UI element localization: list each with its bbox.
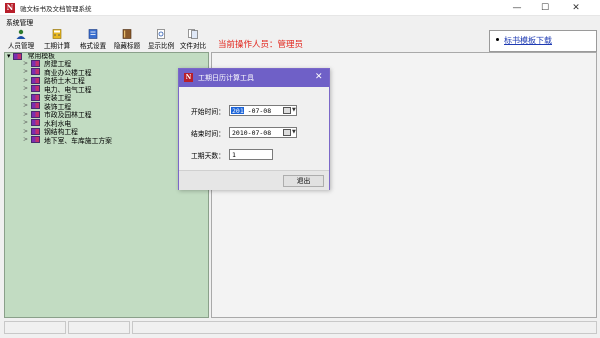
book-icon [122,29,132,39]
maximize-button[interactable]: ☐ [531,0,559,16]
schedule-calculator-dialog: N 工期日历计算工具 ✕ 开始时间： 2010-07-08 ▼ 结束时间： 20… [178,68,330,190]
book-icon [31,110,40,118]
toolbar-label: 格式设置 [79,42,107,50]
start-date-year: 2010 [232,107,248,115]
exit-button[interactable]: 退出 [283,175,324,187]
book-icon [31,76,40,84]
dialog-title: 工期日历计算工具 [198,74,254,82]
calendar-icon[interactable] [283,107,291,114]
duration-days-field[interactable]: 1 [229,149,273,160]
toolbar-label: 工期计算 [43,42,71,50]
chevron-down-icon[interactable]: ▼ [292,129,296,135]
start-date-rest: -07-08 [247,107,272,115]
duration-days-value: 1 [232,151,236,159]
expand-arrow-icon[interactable]: > [23,68,31,75]
expand-arrow-icon[interactable]: > [23,111,31,118]
tree-item[interactable]: > 地下室、车库施工方案 [23,136,112,145]
minimize-button[interactable]: — [503,0,531,16]
start-time-label: 开始时间： [191,108,225,116]
status-cell [132,321,597,334]
toolbar-schedule-calc-button[interactable]: 工期计算 [40,29,74,51]
format-icon [88,29,98,39]
book-icon [31,93,40,101]
template-link-panel: 标书模板下载 [489,30,597,52]
expand-arrow-icon[interactable]: > [23,77,31,84]
current-operator-label: 当前操作人员：管理员 [218,40,304,50]
book-icon [31,85,40,93]
expand-arrow-icon[interactable]: > [23,60,31,67]
start-date-value: 2010-07-08 [232,107,271,115]
close-button[interactable]: ✕ [562,0,590,16]
app-logo-icon: N [5,3,15,13]
status-cell [4,321,66,334]
bullet-icon [496,38,499,41]
zoom-icon [157,29,165,39]
expand-arrow-icon[interactable]: > [23,136,31,143]
title-bar: N 驰文标书及文档管理系统 — ☐ ✕ [0,0,600,16]
menu-system-management[interactable]: 系统管理 [6,17,33,27]
end-date-picker[interactable]: 2010-07-08 ▼ [229,127,297,138]
expand-arrow-icon[interactable]: > [23,102,31,109]
user-icon [16,29,26,39]
toolbar-label: 人员管理 [7,42,35,50]
end-time-label: 结束时间： [191,130,225,138]
toolbar-format-settings-button[interactable]: 格式设置 [76,29,110,51]
expand-arrow-icon[interactable]: > [23,128,31,135]
window-title: 驰文标书及文档管理系统 [20,5,92,13]
expand-arrow-icon[interactable]: > [23,85,31,92]
dialog-button-bar: 退出 [179,170,329,190]
duration-days-label: 工期天数： [191,152,225,160]
compare-icon [188,29,198,39]
menu-bar: 系统管理 [0,16,600,28]
expand-arrow-icon[interactable]: > [23,119,31,126]
toolbar-hide-title-button[interactable]: 隐藏标题 [110,29,144,51]
dialog-title-bar[interactable]: N 工期日历计算工具 ✕ [179,69,329,87]
expand-arrow-icon[interactable]: > [23,94,31,101]
toolbar-label: 隐藏标题 [113,42,141,50]
toolbar-file-compare-button[interactable]: 文件对比 [176,29,210,51]
book-icon [31,136,40,144]
toolbar-label: 文件对比 [179,42,207,50]
book-icon [31,102,40,110]
app-logo-icon: N [184,73,193,82]
dialog-close-button[interactable]: ✕ [315,72,323,82]
status-bar [0,318,600,338]
toolbar-label: 显示比例 [147,42,175,50]
toolbar-zoom-button[interactable]: 显示比例 [144,29,178,51]
template-download-link[interactable]: 标书模板下载 [504,35,552,46]
calendar-icon[interactable] [283,129,291,136]
start-date-picker[interactable]: 2010-07-08 ▼ [229,105,297,116]
status-cell [68,321,130,334]
toolbar-user-management-button[interactable]: 人员管理 [4,29,38,51]
tree-item-label: 地下室、车库施工方案 [44,136,112,145]
collapse-arrow-icon[interactable]: ▾ [7,53,10,60]
book-icon [12,53,22,60]
calculator-icon [52,29,62,39]
book-icon [31,68,40,76]
book-icon [31,119,40,127]
end-date-value: 2010-07-08 [232,129,272,137]
book-icon [31,59,40,67]
book-icon [31,127,40,135]
chevron-down-icon[interactable]: ▼ [292,107,296,113]
